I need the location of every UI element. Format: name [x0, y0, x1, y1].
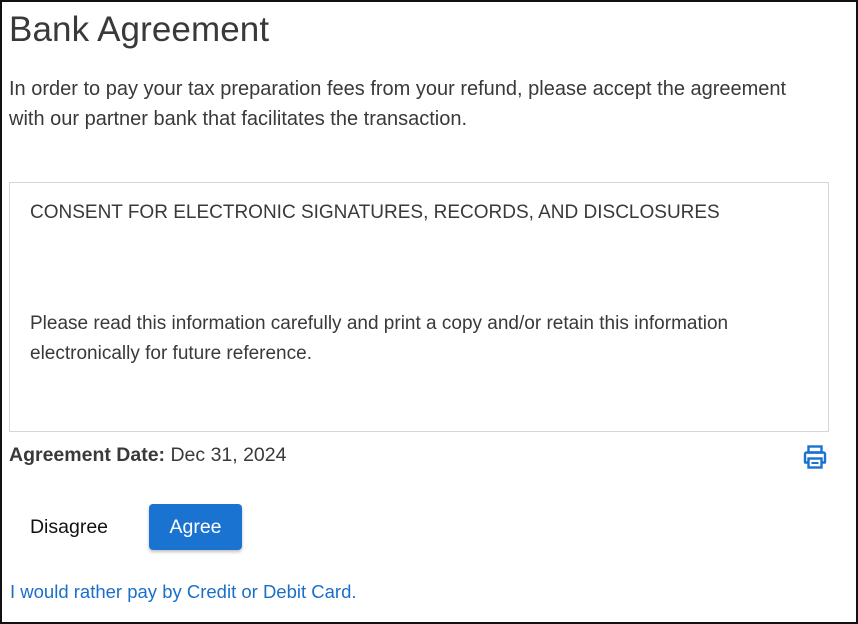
- agreement-date-label: Agreement Date:: [9, 444, 166, 466]
- agreement-text-box[interactable]: CONSENT FOR ELECTRONIC SIGNATURES, RECOR…: [9, 182, 829, 432]
- disagree-button[interactable]: Disagree: [16, 504, 122, 550]
- intro-text: In order to pay your tax preparation fee…: [9, 78, 787, 130]
- agreement-body: Please read this information carefully a…: [30, 313, 729, 364]
- page-title: Bank Agreement: [9, 10, 270, 49]
- pay-by-card-link[interactable]: I would rather pay by Credit or Debit Ca…: [10, 580, 357, 604]
- agree-button[interactable]: Agree: [149, 504, 242, 550]
- print-icon[interactable]: [802, 444, 828, 470]
- agreement-date-row: Agreement Date: Dec 31, 2024: [9, 442, 286, 468]
- agreement-heading: CONSENT FOR ELECTRONIC SIGNATURES, RECOR…: [30, 202, 720, 223]
- agreement-date-value: Dec 31, 2024: [170, 444, 287, 466]
